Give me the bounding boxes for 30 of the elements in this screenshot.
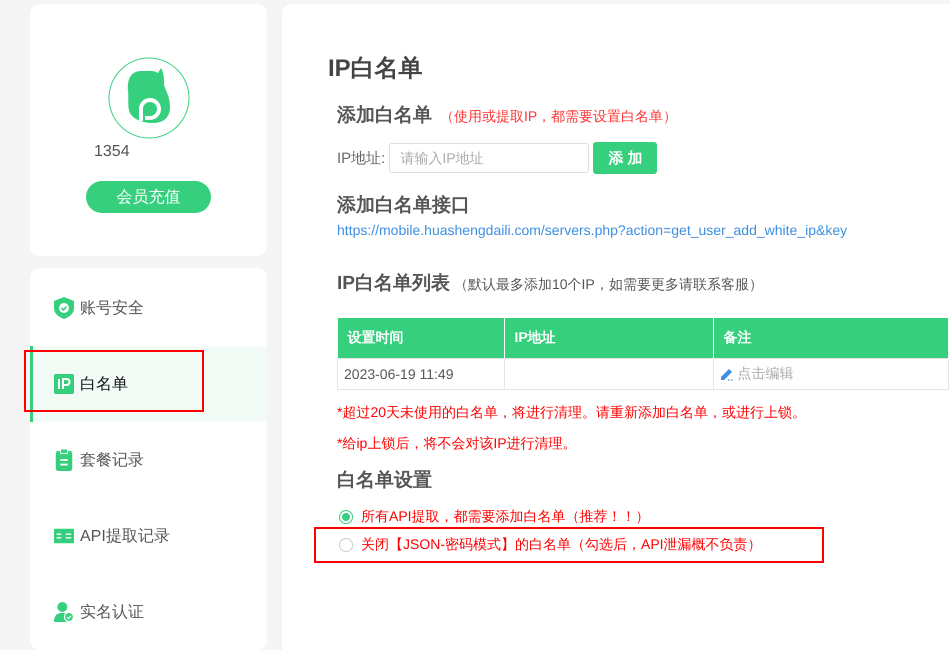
user-check-icon [54, 601, 74, 623]
section-title: 添加白名单 [337, 104, 432, 128]
option-label: 所有API提取，都需要添加白名单（推荐！！） [361, 508, 650, 526]
table-cell: 2023-06-19 11:49 [338, 358, 504, 390]
section-title: 添加白名单接口 [337, 194, 471, 218]
section-title: IP白名单列表 [337, 272, 450, 296]
sidebar-item[interactable]: 账号安全 [30, 270, 267, 346]
warning-text: *超过20天未使用的白名单，将进行清理。请重新添加白名单，或进行上锁。 [337, 404, 808, 422]
clipboard-icon [54, 449, 74, 471]
ip-input-field[interactable]: 请输入IP地址 [389, 143, 590, 173]
sidebar-item[interactable]: API提取记录 [30, 498, 267, 574]
section-note: （使用或提取IP，都需要设置白名单） [440, 108, 678, 126]
avatar-icon [108, 57, 190, 139]
pencil-icon [720, 366, 734, 380]
ip-icon [54, 373, 74, 395]
shield-icon [54, 297, 74, 319]
section-note: （默认最多添加10个IP，如需要更多请联系客服） [454, 276, 763, 294]
sidebar-item[interactable]: 实名认证 [30, 574, 267, 650]
username: 1354 [94, 143, 130, 161]
sidebar-item[interactable]: 套餐记录 [30, 422, 267, 498]
column-header: 设置时间 [338, 318, 504, 358]
option-label: 关闭【JSON-密码模式】的白名单（勾选后，API泄漏概不负责） [361, 536, 762, 554]
column-header: 备注 [713, 318, 948, 358]
field-label: IP地址: [337, 148, 386, 168]
radio-button[interactable] [339, 510, 353, 524]
column-header: IP地址 [504, 318, 713, 358]
page-title: IP白名单 [328, 54, 424, 84]
radio-button[interactable] [339, 538, 353, 552]
warning-text: *给ip上锁后，将不会对该IP进行清理。 [337, 435, 578, 453]
section-title: 白名单设置 [337, 469, 433, 493]
